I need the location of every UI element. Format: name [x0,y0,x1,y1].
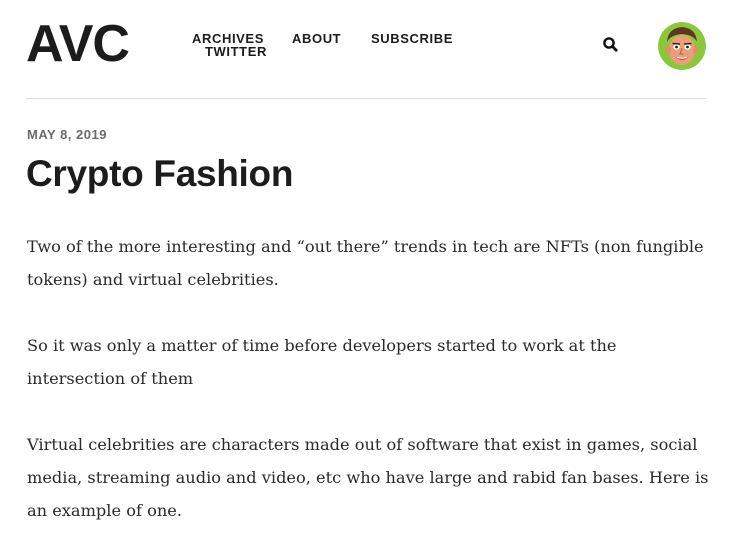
post-paragraph: So it was only a matter of time before d… [27,336,617,388]
header-divider [26,98,706,99]
page: AVC ARCHIVES TWITTER ABOUT SUBSCRIBE MAY… [0,0,746,529]
avatar[interactable] [658,22,706,70]
nav-subscribe-link[interactable]: SUBSCRIBE [371,32,453,45]
post-date: MAY 8, 2019 [27,127,107,142]
post-title: Crypto Fashion [26,153,294,194]
nav-about-link[interactable]: ABOUT [292,32,341,45]
site-logo[interactable]: AVC [26,16,130,72]
avatar-face-icon [658,22,706,70]
search-icon [603,37,618,52]
search-button[interactable] [602,36,620,54]
post-paragraph: Virtual celebrities are characters made … [27,435,709,520]
post-body: Two of the more interesting and “out the… [27,230,712,560]
nav-twitter-link[interactable]: TWITTER [205,45,267,58]
post-paragraph: Two of the more interesting and “out the… [27,237,704,289]
